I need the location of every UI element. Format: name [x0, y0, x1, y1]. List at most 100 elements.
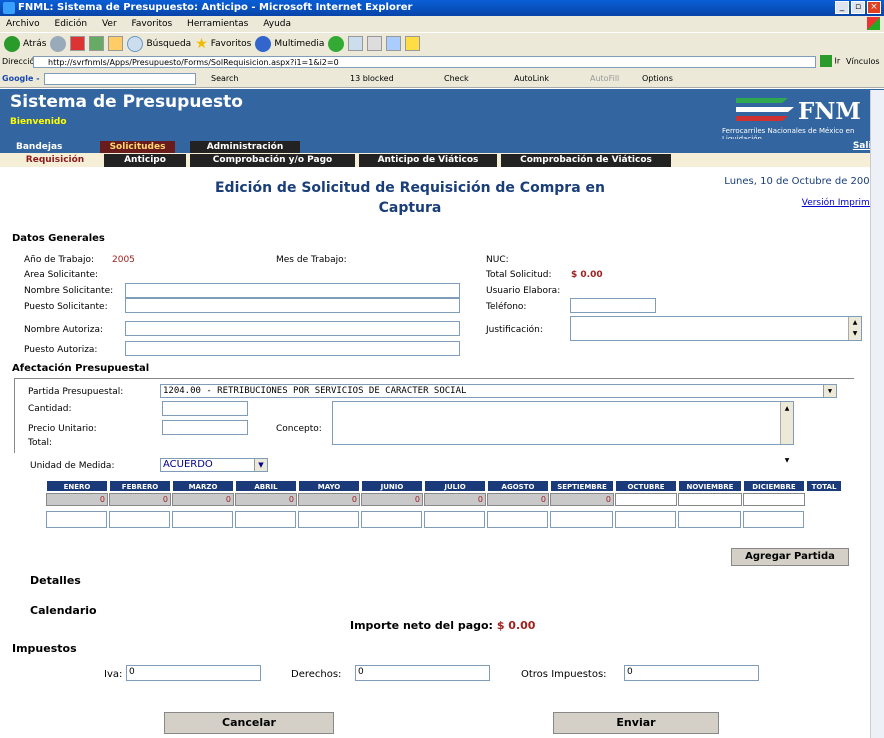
month-input[interactable] — [615, 511, 676, 528]
minimize-button[interactable]: _ — [835, 1, 849, 14]
unidad-label: Unidad de Medida: — [30, 461, 115, 471]
home-icon — [108, 36, 124, 51]
month-input[interactable] — [109, 511, 170, 528]
month-input[interactable] — [424, 511, 485, 528]
concepto-scrollbar[interactable]: ▲ ▼ — [780, 402, 793, 464]
folder-button[interactable] — [405, 36, 421, 51]
subtab-requisicion[interactable]: Requisición — [10, 154, 100, 167]
month-input[interactable] — [550, 511, 613, 528]
print-version-link[interactable]: Versión Imprimir — [802, 198, 876, 208]
tab-bandejas[interactable]: Bandejas — [8, 141, 70, 153]
options-button[interactable]: Options — [642, 70, 673, 88]
multimedia-button[interactable]: Multimedia — [255, 35, 324, 52]
month-input[interactable] — [172, 511, 233, 528]
mail-button[interactable] — [348, 36, 364, 51]
menu-edicion[interactable]: Edición — [55, 19, 88, 29]
google-logo[interactable]: Google - — [2, 74, 40, 83]
partida-value: 1204.00 - RETRIBUCIONES POR SERVICIOS DE… — [163, 386, 467, 396]
autofill-button[interactable]: AutoFill — [590, 70, 619, 88]
tab-administracion[interactable]: Administración — [190, 141, 300, 153]
month-header: TOTAL — [806, 480, 842, 492]
stop-button[interactable] — [70, 36, 86, 51]
tab-solicitudes[interactable]: Solicitudes — [100, 141, 175, 153]
derechos-field[interactable]: 0 — [355, 665, 490, 681]
edit-button[interactable] — [386, 36, 402, 51]
home-button[interactable] — [108, 36, 124, 51]
month-input[interactable] — [235, 511, 296, 528]
month-input[interactable] — [298, 511, 359, 528]
month-header: NOVIEMBRE — [678, 480, 742, 492]
anio-label: Año de Trabajo: — [24, 255, 94, 265]
agregar-partida-button[interactable]: Agregar Partida — [731, 548, 849, 566]
telefono-field[interactable] — [570, 298, 656, 313]
chevron-down-icon: ▼ — [254, 459, 267, 471]
send-button[interactable]: Enviar — [553, 712, 719, 734]
back-button[interactable]: Atrás — [4, 35, 46, 52]
nombre-autoriza-field[interactable] — [125, 321, 460, 336]
history-button[interactable] — [328, 35, 345, 52]
subtab-comprobacion[interactable]: Comprobación y/o Pago — [190, 154, 355, 167]
forward-button[interactable] — [50, 35, 67, 52]
google-search-input[interactable] — [44, 73, 196, 85]
total-solicitud-value: $ 0.00 — [571, 270, 603, 280]
links-label[interactable]: Vínculos — [846, 57, 880, 66]
importe-value: $ 0.00 — [496, 619, 536, 632]
subtab-anticipo-viaticos[interactable]: Anticipo de Viáticos — [359, 154, 497, 167]
subtab-anticipo[interactable]: Anticipo — [104, 154, 186, 167]
month-header: OCTUBRE — [615, 480, 677, 492]
puesto-autoriza-field[interactable] — [125, 341, 460, 356]
popup-blocked-count[interactable]: 13 blocked — [350, 70, 394, 88]
month-input[interactable] — [743, 511, 804, 528]
print-button[interactable] — [367, 36, 383, 51]
search-button[interactable]: Búsqueda — [127, 35, 191, 52]
menu-ver[interactable]: Ver — [102, 19, 117, 29]
window-titlebar: FNML: Sistema de Presupuesto: Anticipo -… — [0, 0, 884, 16]
chevron-down-icon: ▼ — [823, 385, 836, 397]
otros-impuestos-field[interactable]: 0 — [624, 665, 759, 681]
nuc-label: NUC: — [486, 255, 509, 265]
month-header: JULIO — [424, 480, 486, 492]
google-search-button[interactable]: Search — [211, 70, 238, 88]
month-input[interactable] — [361, 511, 422, 528]
spell-check-button[interactable]: Check — [444, 70, 469, 88]
concepto-field[interactable]: ▲ ▼ — [332, 401, 794, 464]
total-partida-label: Total: — [28, 438, 53, 448]
autolink-button[interactable]: AutoLink — [514, 70, 549, 88]
fnm-logo-icon: FNM — [736, 98, 861, 125]
menu-herramientas[interactable]: Herramientas — [187, 19, 248, 29]
close-button[interactable]: × — [867, 1, 881, 14]
favorites-button[interactable]: ★ Favoritos — [195, 36, 251, 52]
go-button[interactable]: Ir — [820, 55, 840, 67]
precio-field[interactable] — [162, 420, 248, 435]
month-input[interactable] — [46, 511, 107, 528]
partida-select[interactable]: 1204.00 - RETRIBUCIONES POR SERVICIOS DE… — [160, 384, 837, 398]
iva-field[interactable]: 0 — [126, 665, 261, 681]
telefono-label: Teléfono: — [486, 302, 527, 312]
precio-label: Precio Unitario: — [28, 424, 97, 434]
month-input[interactable] — [487, 511, 548, 528]
maximize-button[interactable]: ▫ — [851, 1, 865, 14]
refresh-button[interactable] — [89, 36, 105, 51]
usuario-elabora-label: Usuario Elabora: — [486, 286, 561, 296]
menu-archivo[interactable]: Archivo — [6, 19, 40, 29]
justificacion-field[interactable]: ▲ ▼ — [570, 316, 862, 341]
unidad-select[interactable]: ACUERDO ▼ — [160, 458, 268, 472]
address-input[interactable]: http://svrfnmls/Apps/Presupuesto/Forms/S… — [33, 56, 816, 68]
page-scrollbar[interactable] — [870, 90, 884, 738]
total-solicitud-label: Total Solicitud: — [486, 270, 552, 280]
go-arrow-icon — [820, 55, 832, 67]
nombre-solicitante-field[interactable] — [125, 283, 460, 298]
month-value: 0 — [361, 493, 423, 506]
edit-icon — [386, 36, 402, 51]
subtab-comprobacion-viaticos[interactable]: Comprobación de Viáticos — [501, 154, 671, 167]
month-header: ENERO — [46, 480, 108, 492]
history-icon — [328, 35, 345, 52]
month-input[interactable] — [678, 511, 741, 528]
justificacion-scrollbar[interactable]: ▲ ▼ — [848, 317, 861, 340]
menu-favoritos[interactable]: Favoritos — [132, 19, 173, 29]
puesto-solicitante-field[interactable] — [125, 298, 460, 313]
cantidad-field[interactable] — [162, 401, 248, 416]
month-value: 0 — [550, 493, 614, 506]
cancel-button[interactable]: Cancelar — [164, 712, 334, 734]
menu-ayuda[interactable]: Ayuda — [263, 19, 291, 29]
